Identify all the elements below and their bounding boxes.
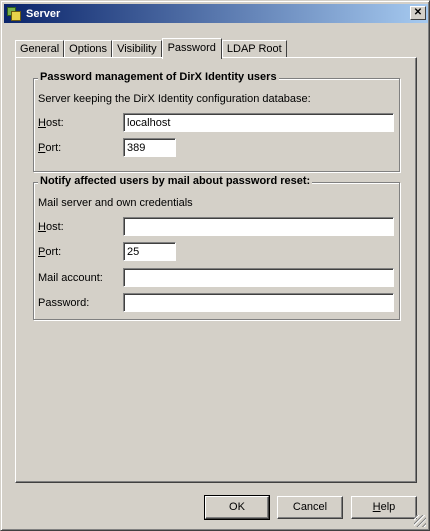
tab-strip: General Options Visibility Password LDAP… [15, 38, 287, 59]
host-label: Host: [38, 117, 64, 129]
tab-general[interactable]: General [15, 40, 65, 58]
mail-port-label: Port: [38, 246, 62, 258]
notify-group-description: Mail server and own credentials [38, 197, 193, 209]
password-input[interactable] [123, 293, 394, 312]
notify-users-group: Notify affected users by mail about pass… [33, 175, 400, 320]
host-input[interactable]: localhost [123, 113, 394, 132]
tab-visibility[interactable]: Visibility [112, 40, 162, 58]
resize-grip[interactable] [414, 515, 426, 527]
help-button[interactable]: Help [351, 496, 417, 519]
close-button[interactable]: ✕ [410, 6, 426, 20]
password-group-description: Server keeping the DirX Identity configu… [38, 93, 311, 105]
title-bar[interactable]: Server ✕ [4, 4, 428, 23]
port-input[interactable]: 389 [123, 138, 176, 157]
tab-options[interactable]: Options [64, 40, 113, 58]
password-label: Password: [38, 297, 90, 309]
tab-ldap-root[interactable]: LDAP Root [221, 40, 287, 58]
mail-port-input[interactable]: 25 [123, 242, 176, 261]
password-management-group: Password management of DirX Identity use… [33, 71, 400, 172]
app-icon [6, 6, 22, 22]
tab-password[interactable]: Password [161, 38, 222, 59]
cancel-button[interactable]: Cancel [277, 496, 343, 519]
password-tab-panel: Password management of DirX Identity use… [15, 57, 417, 483]
password-group-title: Password management of DirX Identity use… [38, 71, 279, 83]
close-icon: ✕ [413, 7, 423, 18]
server-dialog: Server ✕ General Options Visibility Pass… [0, 0, 430, 531]
mail-host-input[interactable] [123, 217, 394, 236]
ok-button[interactable]: OK [204, 495, 270, 520]
mail-host-label: Host: [38, 221, 64, 233]
mail-account-input[interactable] [123, 268, 394, 287]
mail-account-label: Mail account: [38, 272, 103, 284]
port-label: Port: [38, 142, 62, 154]
window-title: Server [26, 7, 61, 20]
notify-group-title: Notify affected users by mail about pass… [38, 175, 313, 187]
